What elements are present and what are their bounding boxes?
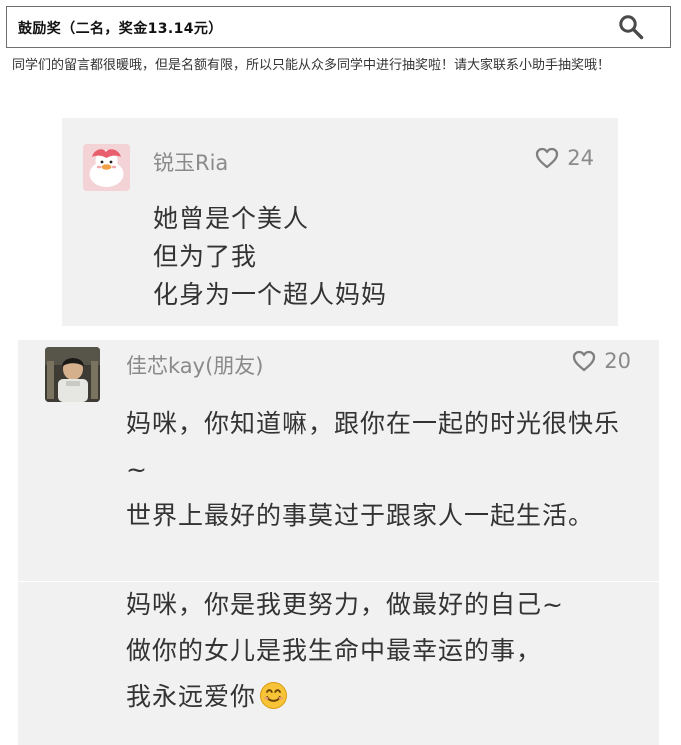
comment-line: 妈咪，你知道嘛，跟你在一起的时光很快乐~	[126, 409, 621, 484]
intro-text: 同学们的留言都很暖哦，但是名额有限，所以只能从众多同学中进行抽奖啦！请大家联系小…	[12, 58, 611, 73]
like-count: 20	[604, 349, 631, 373]
comment-card: 佳芯kay(朋友) 20 妈咪，你知道嘛，跟你在一起的时光很快乐~ 世界上最好的…	[18, 340, 659, 581]
comment-line: 她曾是个美人	[153, 204, 310, 233]
comment-line: 但为了我	[153, 242, 258, 271]
like-count: 24	[567, 146, 594, 170]
comment-line: 化身为一个超人妈妈	[153, 280, 388, 309]
comment-text: 妈咪，你知道嘛，跟你在一起的时光很快乐~ 世界上最好的事莫过于跟家人一起生活。	[126, 401, 636, 539]
heart-icon	[573, 350, 596, 372]
comment-text: 她曾是个美人 但为了我 化身为一个超人妈妈	[153, 200, 573, 314]
username[interactable]: 佳芯kay(朋友)	[126, 350, 263, 380]
heart-icon	[536, 147, 559, 169]
username[interactable]: 锐玉Ria	[153, 147, 228, 177]
comment-line: 世界上最好的事莫过于跟家人一起生活。	[126, 501, 595, 530]
like-button[interactable]: 24	[535, 146, 594, 170]
comment-line: 做你的女儿是我生命中最幸运的事，	[126, 636, 543, 665]
comment-card: 锐玉Ria 24 她曾是个美人 但为了我 化身为一个超人妈妈	[62, 118, 618, 326]
comment-line-text: 我永远爱你	[126, 682, 257, 711]
search-title: 鼓励奖（二名，奖金13.14元）	[18, 21, 223, 37]
search-icon[interactable]	[618, 14, 644, 40]
comment-card-continuation: 妈咪，你是我更努力，做最好的自己~ 做你的女儿是我生命中最幸运的事， 我永远爱你	[18, 582, 659, 745]
comment-line: 妈咪，你是我更努力，做最好的自己~	[126, 590, 564, 619]
smiling-face-icon	[260, 682, 288, 709]
search-bar[interactable]: 鼓励奖（二名，奖金13.14元）	[6, 6, 671, 48]
duck-avatar	[83, 144, 130, 191]
child-photo-avatar	[45, 347, 100, 402]
like-button[interactable]: 20	[572, 349, 631, 373]
comment-text: 妈咪，你是我更努力，做最好的自己~ 做你的女儿是我生命中最幸运的事， 我永远爱你	[126, 582, 646, 720]
comment-line: 我永远爱你	[126, 674, 646, 720]
